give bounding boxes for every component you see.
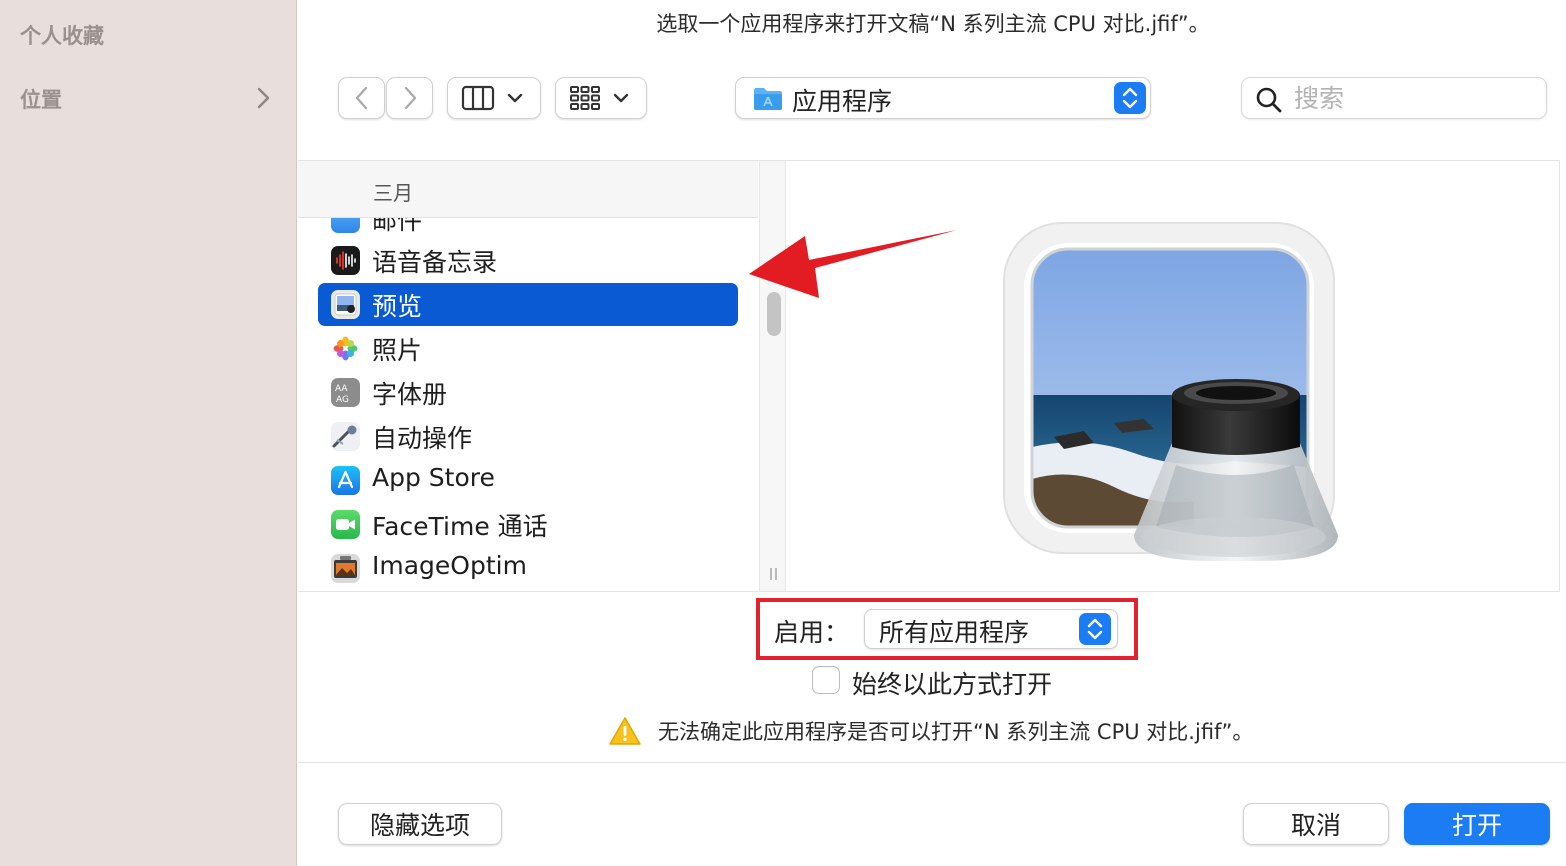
up-down-chevron-icon <box>1087 618 1103 640</box>
application-list: 三月 邮件 语音备忘录 预览 照片 AA AG 字体册 自动操作 App Sto… <box>298 161 758 591</box>
applications-folder-icon <box>754 88 782 110</box>
hide-options-button[interactable]: 隐藏选项 <box>338 803 502 845</box>
font-book-icon: AA AG <box>331 378 360 407</box>
cancel-button[interactable]: 取消 <box>1243 803 1389 845</box>
sidebar-favorites-header[interactable]: 个人收藏 <box>20 20 104 50</box>
preview-app-icon <box>331 290 360 319</box>
warning-icon <box>609 717 641 745</box>
enable-stepper <box>1079 613 1111 645</box>
icon-grid-icon <box>570 86 600 110</box>
list-item-voice-memos[interactable]: 语音备忘录 <box>318 239 738 282</box>
list-item-label: 自动操作 <box>372 424 473 453</box>
up-down-chevron-icon <box>1122 87 1138 109</box>
warning-text: 无法确定此应用程序是否可以打开“N 系列主流 CPU 对比.jfif”。 <box>658 720 1254 744</box>
enable-value: 所有应用程序 <box>879 618 1030 647</box>
list-item-font-book[interactable]: AA AG 字体册 <box>318 371 738 414</box>
column-resize-handle-icon[interactable] <box>768 567 780 581</box>
location-popup[interactable]: 应用程序 <box>735 77 1151 119</box>
automator-icon <box>331 422 360 451</box>
list-item-photos[interactable]: 照片 <box>318 327 738 370</box>
section-header-label: 三月 <box>373 181 413 205</box>
column-view-icon <box>461 85 495 111</box>
enable-label: 启用： <box>774 618 850 647</box>
view-mode-button[interactable] <box>447 77 541 119</box>
chevron-left-icon <box>355 86 367 110</box>
list-item-label: 字体册 <box>372 380 448 409</box>
list-item-imageoptim[interactable]: ImageOptim <box>318 547 738 590</box>
svg-text:AA: AA <box>335 384 348 394</box>
list-item-label: 预览 <box>372 292 423 321</box>
list-item-label: 照片 <box>372 336 423 365</box>
always-open-label[interactable]: 始终以此方式打开 <box>852 665 1052 701</box>
open-button[interactable]: 打开 <box>1404 803 1550 845</box>
search-icon <box>1256 87 1282 113</box>
app-store-icon <box>331 466 360 495</box>
enable-highlight-box: 启用： 所有应用程序 <box>756 598 1138 660</box>
chevron-right-icon[interactable] <box>252 84 274 112</box>
always-open-checkbox[interactable] <box>812 666 840 694</box>
list-item-automator[interactable]: 自动操作 <box>318 415 738 458</box>
list-item-facetime[interactable]: FaceTime 通话 <box>318 503 738 546</box>
location-label: 应用程序 <box>792 87 893 116</box>
list-item-label: ImageOptim <box>372 551 527 580</box>
sidebar: 个人收藏 位置 <box>0 0 297 866</box>
footer-divider <box>298 762 1566 763</box>
list-item-app-store[interactable]: App Store <box>318 459 738 502</box>
search-input[interactable] <box>1294 78 1534 118</box>
chevron-right-icon <box>404 86 416 110</box>
facetime-icon <box>331 510 360 539</box>
annotation-arrow-icon <box>749 230 957 298</box>
list-item-preview[interactable]: 预览 <box>318 283 738 326</box>
back-button[interactable] <box>338 77 385 119</box>
enable-popup[interactable]: 所有应用程序 <box>864 609 1118 649</box>
forward-button[interactable] <box>386 77 433 119</box>
voice-memos-icon <box>331 246 360 275</box>
sidebar-locations-header[interactable]: 位置 <box>20 84 62 114</box>
list-item-label: FaceTime 通话 <box>372 512 548 541</box>
location-stepper <box>1114 82 1146 114</box>
svg-text:AG: AG <box>336 395 349 405</box>
preview-app-large-icon <box>1003 222 1338 561</box>
chevron-down-icon <box>613 93 629 103</box>
list-item-label: 语音备忘录 <box>372 248 498 277</box>
list-section-header: 三月 <box>298 161 758 218</box>
chevron-down-icon <box>507 93 523 103</box>
group-by-button[interactable] <box>555 77 647 119</box>
photos-icon <box>331 334 360 363</box>
imageoptim-icon <box>331 554 360 583</box>
list-item-label: App Store <box>372 463 495 492</box>
search-box[interactable] <box>1241 77 1547 119</box>
dialog-title: 选取一个应用程序来打开文稿“N 系列主流 CPU 对比.jfif”。 <box>656 12 1210 36</box>
